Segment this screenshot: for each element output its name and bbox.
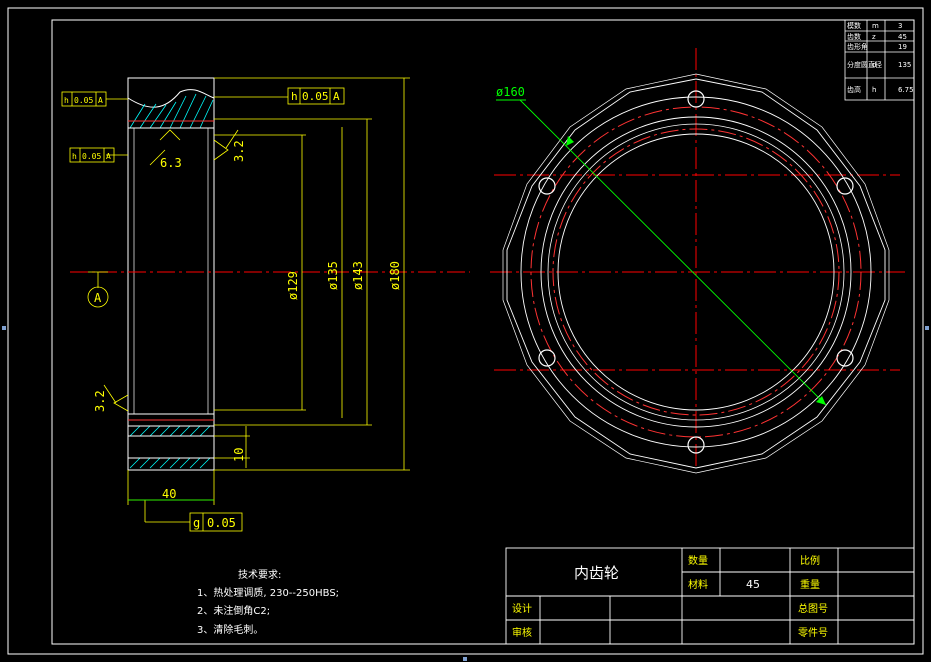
- tol-bottom-val: 0.05: [207, 516, 236, 530]
- outer-frame: [7, 7, 924, 655]
- dim-d129: ø129: [286, 271, 300, 300]
- handle-right[interactable]: [925, 326, 929, 330]
- section-view: [70, 77, 470, 471]
- d160-leader: [519, 99, 827, 406]
- param-value: 19: [898, 43, 907, 51]
- tol-tr-val: 0.05: [302, 90, 329, 103]
- title-block: [505, 547, 915, 645]
- ra-3-2-top: 3.2: [232, 140, 246, 162]
- tol-tr-sym: h: [291, 90, 298, 103]
- bottom-hatch: [129, 425, 211, 469]
- param-label: 齿数: [847, 32, 861, 41]
- top-hatch: [129, 93, 214, 129]
- dimension-lines: [87, 77, 410, 523]
- ra-3-2-bottom: 3.2: [93, 390, 107, 412]
- tol-tl-val: 0.05: [74, 96, 93, 105]
- param-value: 45: [898, 33, 907, 41]
- material-label: 材料: [688, 578, 708, 591]
- handle-left[interactable]: [2, 326, 6, 330]
- part-no-label: 零件号: [798, 627, 828, 639]
- param-symbol: m: [872, 22, 879, 30]
- front-view: [490, 48, 905, 474]
- param-label: 齿形角: [847, 42, 868, 51]
- datum-label: A: [94, 291, 102, 305]
- dim-d143: ø143: [351, 261, 365, 290]
- dim-d135: ø135: [326, 261, 340, 290]
- tech-req-2: 2、未注倒角C2;: [197, 604, 270, 617]
- scale-label: 比例: [800, 554, 820, 567]
- param-symbol: d: [872, 61, 876, 69]
- tech-req-1: 1、热处理调质, 230--250HBS;: [197, 586, 339, 599]
- tol-tl-ref: A: [98, 96, 103, 105]
- param-value: 3: [898, 22, 902, 30]
- tol-ml-ref: A: [106, 152, 111, 161]
- drawing-no-label: 总图号: [798, 602, 828, 615]
- param-value: 135: [898, 61, 911, 69]
- dim-w10: 10: [232, 448, 246, 462]
- bottom-band: [127, 413, 215, 471]
- tol-bottom-sym: g: [193, 516, 200, 530]
- tol-ml-sym: h: [72, 152, 77, 161]
- param-symbol: h: [872, 86, 876, 94]
- material-value: 45: [746, 578, 760, 591]
- weight-label: 重量: [800, 578, 820, 591]
- dim-w40: 40: [162, 487, 176, 501]
- tech-req-3: 3、清除毛刺。: [197, 623, 263, 636]
- handle-bottom[interactable]: [463, 657, 467, 661]
- ring-body: [127, 127, 215, 415]
- tol-tl-sym: h: [64, 96, 69, 105]
- param-symbol: z: [872, 33, 876, 41]
- inner-frame: [51, 19, 915, 645]
- title-text: 内齿轮: [574, 564, 619, 582]
- ra-6-3: 6.3: [160, 156, 182, 170]
- tol-tr-ref: A: [333, 90, 340, 103]
- dim-d160: ø160: [496, 85, 525, 99]
- param-label: 分度圆直径: [847, 60, 882, 69]
- param-value: 6.75: [898, 86, 914, 94]
- tech-req-title: 技术要求:: [238, 568, 281, 581]
- cad-drawing: ø129 ø135 ø143 ø180 40 10 6.3 3.2 3.2 A …: [2, 7, 929, 661]
- quantity-label: 数量: [688, 554, 708, 567]
- break-line: [127, 89, 215, 108]
- param-label: 齿高: [847, 85, 861, 94]
- design-label: 设计: [512, 602, 532, 615]
- param-label: 模数: [847, 21, 861, 30]
- dim-d180: ø180: [388, 261, 402, 290]
- tol-ml-val: 0.05: [82, 152, 101, 161]
- review-label: 审核: [512, 626, 532, 639]
